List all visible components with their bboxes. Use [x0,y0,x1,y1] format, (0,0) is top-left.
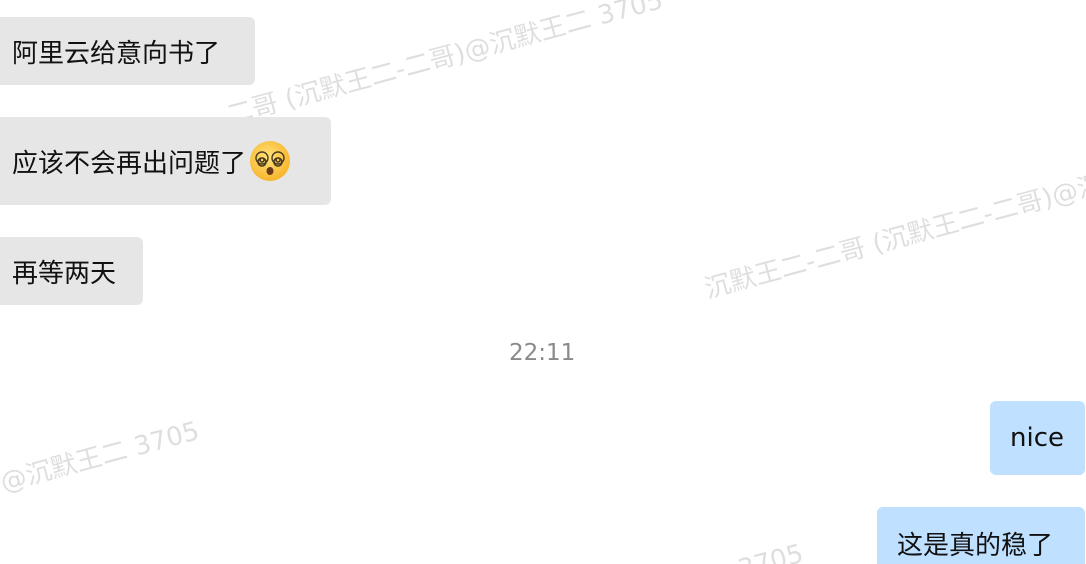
message-text: nice [1010,423,1064,453]
message-text: 这是真的稳了 [897,530,1054,561]
message-text: 再等两天 [12,258,117,289]
incoming-message-bubble[interactable]: 应该不会再出问题了 [0,117,331,205]
chat-view: 二哥 (沉默王二-二哥)@沉默王二 3705 沉默王二-二哥 (沉默王二-二哥)… [0,0,1086,564]
watermark: 沉默王二-二哥 (沉默王二-二哥)@沉 [701,169,1086,305]
incoming-message-bubble[interactable]: 阿里云给意向书了 [0,17,255,85]
message-timestamp: 22:11 [509,340,576,366]
message-text: 应该不会再出问题了 [12,148,247,179]
outgoing-message-bubble[interactable]: 这是真的稳了 [877,507,1085,564]
message-text: 阿里云给意向书了 [12,38,221,69]
face-with-spiral-eyes-icon [248,139,292,183]
watermark: 3705 [735,538,807,564]
incoming-message-bubble[interactable]: 再等两天 [0,237,143,305]
watermark: )@沉默王二 3705 [0,416,203,501]
outgoing-message-bubble[interactable]: nice [990,401,1085,475]
watermark: 二哥 (沉默王二-二哥)@沉默王二 3705 [223,0,667,131]
